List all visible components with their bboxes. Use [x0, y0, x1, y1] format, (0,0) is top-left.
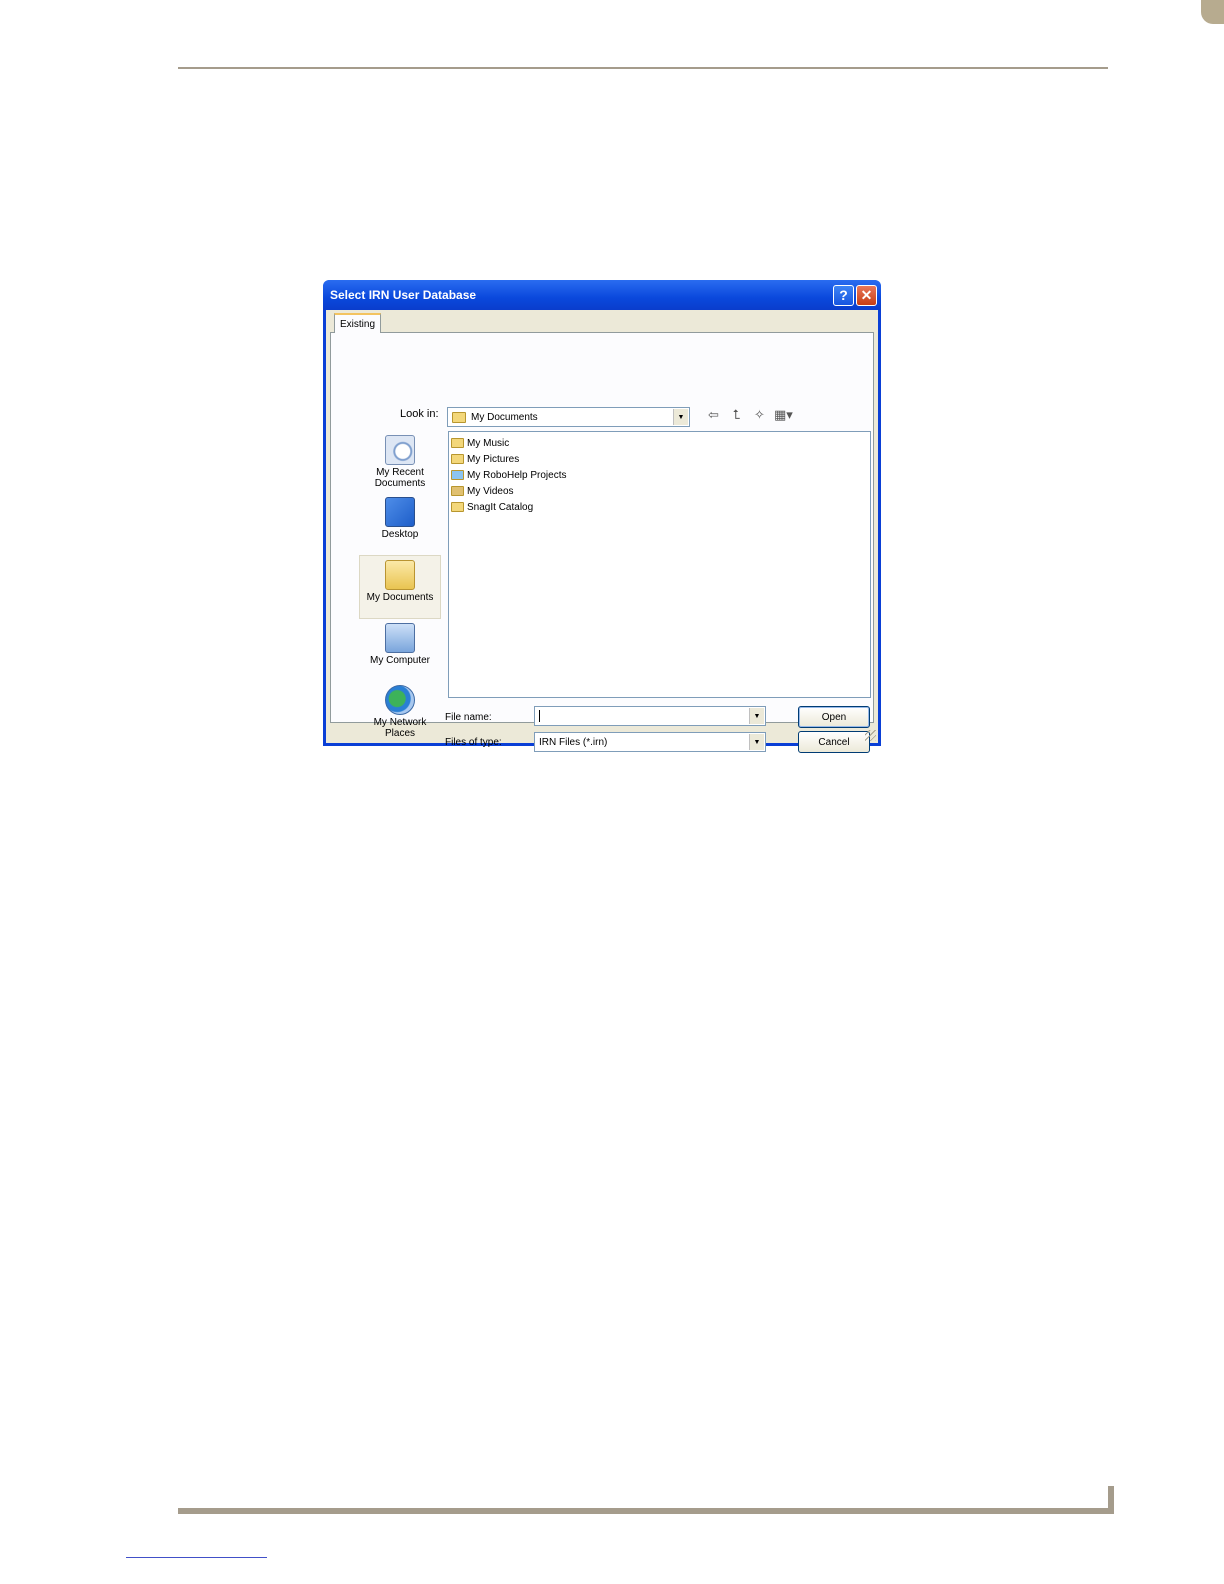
footer-rule-tick [1108, 1486, 1114, 1514]
place-label: Desktop [381, 529, 419, 540]
my-documents-icon [385, 560, 415, 590]
place-label: My Network Places [373, 717, 427, 739]
dialog-title: Select IRN User Database [330, 288, 477, 302]
list-item[interactable]: My Music [451, 435, 868, 451]
tab-pane: Look in: My Documents ▼ ⇦ ⮤ ✧ ▦▾ My Rece… [330, 332, 874, 753]
help-icon: ? [839, 287, 848, 303]
file-name: My Videos [467, 485, 514, 497]
close-icon: ✕ [860, 286, 873, 303]
new-folder-icon[interactable]: ✧ [751, 407, 768, 425]
list-item[interactable]: My Pictures [451, 451, 868, 467]
dialog-client: Existing Look in: My Documents ▼ ⇦ ⮤ ✧ ▦… [326, 310, 878, 753]
place-label: My Documents [366, 592, 434, 603]
pictures-folder-icon [451, 454, 464, 464]
chevron-down-icon[interactable]: ▼ [749, 708, 764, 724]
network-places-icon [385, 685, 415, 715]
tab-existing[interactable]: Existing [334, 313, 382, 333]
file-type-select[interactable]: IRN Files (*.irn) ▼ [534, 732, 766, 752]
my-documents-small-icon [452, 411, 466, 423]
look-in-value: My Documents [471, 411, 538, 423]
place-my-computer[interactable]: My Computer [359, 619, 441, 681]
footer-link-underline[interactable] [126, 1557, 267, 1558]
places-bar: My Recent Documents Desktop My Documents… [359, 431, 441, 743]
place-label: My Computer [369, 655, 430, 666]
file-name-label: File name: [445, 712, 492, 723]
my-computer-icon [385, 623, 415, 653]
header-rule [178, 67, 1108, 69]
file-type-label: Files of type: [445, 737, 502, 748]
up-folder-icon[interactable]: ⮤ [728, 407, 745, 425]
place-recent-documents[interactable]: My Recent Documents [359, 431, 441, 493]
dialog-titlebar[interactable]: Select IRN User Database ? ✕ [323, 280, 881, 310]
views-menu-icon[interactable]: ▦▾ [774, 407, 793, 425]
close-button[interactable]: ✕ [856, 284, 877, 306]
back-arrow-icon[interactable]: ⇦ [705, 407, 722, 425]
chevron-down-icon[interactable]: ▼ [749, 734, 764, 750]
text-caret [539, 710, 540, 722]
open-button[interactable]: Open [798, 706, 870, 728]
file-name: My Pictures [467, 453, 520, 465]
place-network[interactable]: My Network Places [359, 681, 441, 743]
place-desktop[interactable]: Desktop [359, 493, 441, 555]
list-item[interactable]: My RoboHelp Projects [451, 467, 868, 483]
select-database-dialog: Select IRN User Database ? ✕ Existing Lo… [323, 280, 881, 753]
file-name: SnagIt Catalog [467, 501, 534, 513]
file-name: My RoboHelp Projects [467, 469, 567, 481]
place-label: My Recent Documents [374, 467, 426, 489]
footer-rule [178, 1508, 1114, 1514]
look-in-label: Look in: [400, 408, 439, 420]
list-item[interactable]: SnagIt Catalog [451, 499, 868, 515]
recent-documents-icon [385, 435, 415, 465]
navigation-toolbar: ⇦ ⮤ ✧ ▦▾ [705, 407, 793, 425]
resize-grip-icon[interactable] [865, 730, 876, 741]
list-item[interactable]: My Videos [451, 483, 868, 499]
look-in-combo[interactable]: My Documents ▼ [447, 407, 690, 427]
file-name-input[interactable]: ▼ [534, 706, 766, 726]
place-my-documents[interactable]: My Documents [359, 555, 441, 619]
file-type-value: IRN Files (*.irn) [539, 736, 608, 748]
file-list[interactable]: My Music My Pictures My RoboHelp Project… [448, 431, 871, 698]
page-edge-tab [1201, 0, 1224, 1584]
cancel-button[interactable]: Cancel [798, 731, 870, 753]
help-button[interactable]: ? [833, 284, 854, 306]
file-name: My Music [467, 437, 510, 449]
videos-folder-icon [451, 486, 464, 496]
chevron-down-icon[interactable]: ▼ [673, 409, 688, 425]
robohelp-folder-icon [451, 470, 464, 480]
title-buttons: ? ✕ [833, 284, 877, 306]
music-folder-icon [451, 438, 464, 448]
folder-icon [451, 502, 464, 512]
desktop-icon [385, 497, 415, 527]
